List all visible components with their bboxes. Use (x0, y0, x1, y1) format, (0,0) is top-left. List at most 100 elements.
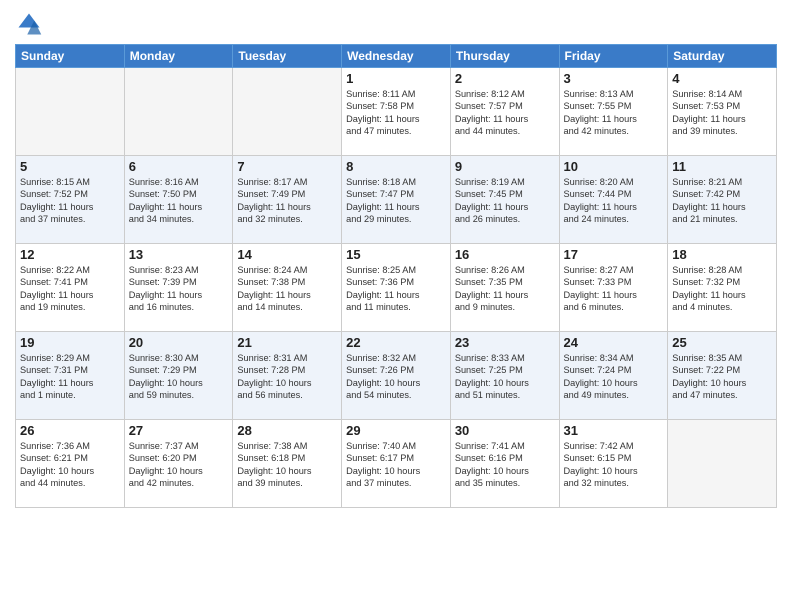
day-number: 20 (129, 335, 229, 350)
calendar-day-cell (233, 68, 342, 156)
day-info: Sunrise: 8:24 AM Sunset: 7:38 PM Dayligh… (237, 264, 337, 314)
calendar-day-cell: 19 Sunrise: 8:29 AM Sunset: 7:31 PM Dayli… (16, 332, 125, 420)
day-number: 19 (20, 335, 120, 350)
header-wednesday: Wednesday (342, 45, 451, 68)
day-number: 30 (455, 423, 555, 438)
day-number: 5 (20, 159, 120, 174)
day-info: Sunrise: 8:21 AM Sunset: 7:42 PM Dayligh… (672, 176, 772, 226)
day-number: 23 (455, 335, 555, 350)
calendar-day-cell: 24 Sunrise: 8:34 AM Sunset: 7:24 PM Dayli… (559, 332, 668, 420)
day-number: 26 (20, 423, 120, 438)
calendar-day-cell: 7 Sunrise: 8:17 AM Sunset: 7:49 PM Daylig… (233, 156, 342, 244)
header-thursday: Thursday (450, 45, 559, 68)
day-number: 22 (346, 335, 446, 350)
calendar-day-cell: 14 Sunrise: 8:24 AM Sunset: 7:38 PM Dayli… (233, 244, 342, 332)
header-saturday: Saturday (668, 45, 777, 68)
calendar-day-cell (668, 420, 777, 508)
day-info: Sunrise: 8:35 AM Sunset: 7:22 PM Dayligh… (672, 352, 772, 402)
day-number: 2 (455, 71, 555, 86)
day-info: Sunrise: 8:19 AM Sunset: 7:45 PM Dayligh… (455, 176, 555, 226)
calendar-day-cell: 30 Sunrise: 7:41 AM Sunset: 6:16 PM Dayli… (450, 420, 559, 508)
day-number: 9 (455, 159, 555, 174)
calendar-week-row: 1 Sunrise: 8:11 AM Sunset: 7:58 PM Daylig… (16, 68, 777, 156)
calendar-day-cell: 1 Sunrise: 8:11 AM Sunset: 7:58 PM Daylig… (342, 68, 451, 156)
day-info: Sunrise: 8:33 AM Sunset: 7:25 PM Dayligh… (455, 352, 555, 402)
calendar-day-cell: 10Sunrise: 8:20 AM Sunset: 7:44 PM Dayli… (559, 156, 668, 244)
calendar: Sunday Monday Tuesday Wednesday Thursday… (15, 44, 777, 508)
calendar-day-cell (16, 68, 125, 156)
day-info: Sunrise: 8:29 AM Sunset: 7:31 PM Dayligh… (20, 352, 120, 402)
calendar-day-cell: 18 Sunrise: 8:28 AM Sunset: 7:32 PM Dayli… (668, 244, 777, 332)
day-number: 16 (455, 247, 555, 262)
day-info: Sunrise: 8:13 AM Sunset: 7:55 PM Dayligh… (564, 88, 664, 138)
day-info: Sunrise: 7:38 AM Sunset: 6:18 PM Dayligh… (237, 440, 337, 490)
day-info: Sunrise: 8:23 AM Sunset: 7:39 PM Dayligh… (129, 264, 229, 314)
day-number: 17 (564, 247, 664, 262)
calendar-day-cell: 16 Sunrise: 8:26 AM Sunset: 7:35 PM Dayli… (450, 244, 559, 332)
day-number: 21 (237, 335, 337, 350)
calendar-day-cell: 11Sunrise: 8:21 AM Sunset: 7:42 PM Dayli… (668, 156, 777, 244)
calendar-day-cell: 20 Sunrise: 8:30 AM Sunset: 7:29 PM Dayli… (124, 332, 233, 420)
calendar-week-row: 26 Sunrise: 7:36 AM Sunset: 6:21 PM Dayli… (16, 420, 777, 508)
day-info: Sunrise: 7:41 AM Sunset: 6:16 PM Dayligh… (455, 440, 555, 490)
header-friday: Friday (559, 45, 668, 68)
day-number: 28 (237, 423, 337, 438)
day-number: 13 (129, 247, 229, 262)
day-number: 8 (346, 159, 446, 174)
day-number: 15 (346, 247, 446, 262)
logo (15, 10, 47, 38)
calendar-day-cell: 31 Sunrise: 7:42 AM Sunset: 6:15 PM Dayli… (559, 420, 668, 508)
day-number: 31 (564, 423, 664, 438)
calendar-day-cell: 22 Sunrise: 8:32 AM Sunset: 7:26 PM Dayli… (342, 332, 451, 420)
day-number: 7 (237, 159, 337, 174)
day-number: 6 (129, 159, 229, 174)
day-info: Sunrise: 8:11 AM Sunset: 7:58 PM Dayligh… (346, 88, 446, 138)
day-info: Sunrise: 8:18 AM Sunset: 7:47 PM Dayligh… (346, 176, 446, 226)
calendar-week-row: 5 Sunrise: 8:15 AM Sunset: 7:52 PM Daylig… (16, 156, 777, 244)
calendar-week-row: 19 Sunrise: 8:29 AM Sunset: 7:31 PM Dayli… (16, 332, 777, 420)
calendar-day-cell (124, 68, 233, 156)
day-number: 10 (564, 159, 664, 174)
day-number: 25 (672, 335, 772, 350)
calendar-day-cell: 21 Sunrise: 8:31 AM Sunset: 7:28 PM Dayli… (233, 332, 342, 420)
day-info: Sunrise: 8:32 AM Sunset: 7:26 PM Dayligh… (346, 352, 446, 402)
calendar-day-cell: 3Sunrise: 8:13 AM Sunset: 7:55 PM Daylig… (559, 68, 668, 156)
day-info: Sunrise: 8:28 AM Sunset: 7:32 PM Dayligh… (672, 264, 772, 314)
logo-icon (15, 10, 43, 38)
day-number: 1 (346, 71, 446, 86)
day-info: Sunrise: 8:22 AM Sunset: 7:41 PM Dayligh… (20, 264, 120, 314)
calendar-day-cell: 15Sunrise: 8:25 AM Sunset: 7:36 PM Dayli… (342, 244, 451, 332)
day-info: Sunrise: 7:37 AM Sunset: 6:20 PM Dayligh… (129, 440, 229, 490)
day-info: Sunrise: 8:34 AM Sunset: 7:24 PM Dayligh… (564, 352, 664, 402)
header (15, 10, 777, 38)
header-sunday: Sunday (16, 45, 125, 68)
header-tuesday: Tuesday (233, 45, 342, 68)
calendar-day-cell: 29Sunrise: 7:40 AM Sunset: 6:17 PM Dayli… (342, 420, 451, 508)
day-info: Sunrise: 7:42 AM Sunset: 6:15 PM Dayligh… (564, 440, 664, 490)
day-info: Sunrise: 7:36 AM Sunset: 6:21 PM Dayligh… (20, 440, 120, 490)
day-number: 12 (20, 247, 120, 262)
day-number: 14 (237, 247, 337, 262)
calendar-day-cell: 23 Sunrise: 8:33 AM Sunset: 7:25 PM Dayli… (450, 332, 559, 420)
calendar-day-cell: 4Sunrise: 8:14 AM Sunset: 7:53 PM Daylig… (668, 68, 777, 156)
day-info: Sunrise: 8:30 AM Sunset: 7:29 PM Dayligh… (129, 352, 229, 402)
calendar-day-cell: 5 Sunrise: 8:15 AM Sunset: 7:52 PM Daylig… (16, 156, 125, 244)
header-monday: Monday (124, 45, 233, 68)
day-info: Sunrise: 8:15 AM Sunset: 7:52 PM Dayligh… (20, 176, 120, 226)
day-info: Sunrise: 8:17 AM Sunset: 7:49 PM Dayligh… (237, 176, 337, 226)
day-info: Sunrise: 8:26 AM Sunset: 7:35 PM Dayligh… (455, 264, 555, 314)
weekday-header-row: Sunday Monday Tuesday Wednesday Thursday… (16, 45, 777, 68)
day-info: Sunrise: 8:12 AM Sunset: 7:57 PM Dayligh… (455, 88, 555, 138)
day-info: Sunrise: 8:31 AM Sunset: 7:28 PM Dayligh… (237, 352, 337, 402)
calendar-day-cell: 8 Sunrise: 8:18 AM Sunset: 7:47 PM Daylig… (342, 156, 451, 244)
page: Sunday Monday Tuesday Wednesday Thursday… (0, 0, 792, 612)
calendar-day-cell: 26 Sunrise: 7:36 AM Sunset: 6:21 PM Dayli… (16, 420, 125, 508)
calendar-day-cell: 17Sunrise: 8:27 AM Sunset: 7:33 PM Dayli… (559, 244, 668, 332)
calendar-day-cell: 25 Sunrise: 8:35 AM Sunset: 7:22 PM Dayli… (668, 332, 777, 420)
day-number: 27 (129, 423, 229, 438)
calendar-day-cell: 28 Sunrise: 7:38 AM Sunset: 6:18 PM Dayli… (233, 420, 342, 508)
day-number: 18 (672, 247, 772, 262)
day-number: 24 (564, 335, 664, 350)
calendar-day-cell: 12 Sunrise: 8:22 AM Sunset: 7:41 PM Dayli… (16, 244, 125, 332)
calendar-week-row: 12 Sunrise: 8:22 AM Sunset: 7:41 PM Dayli… (16, 244, 777, 332)
